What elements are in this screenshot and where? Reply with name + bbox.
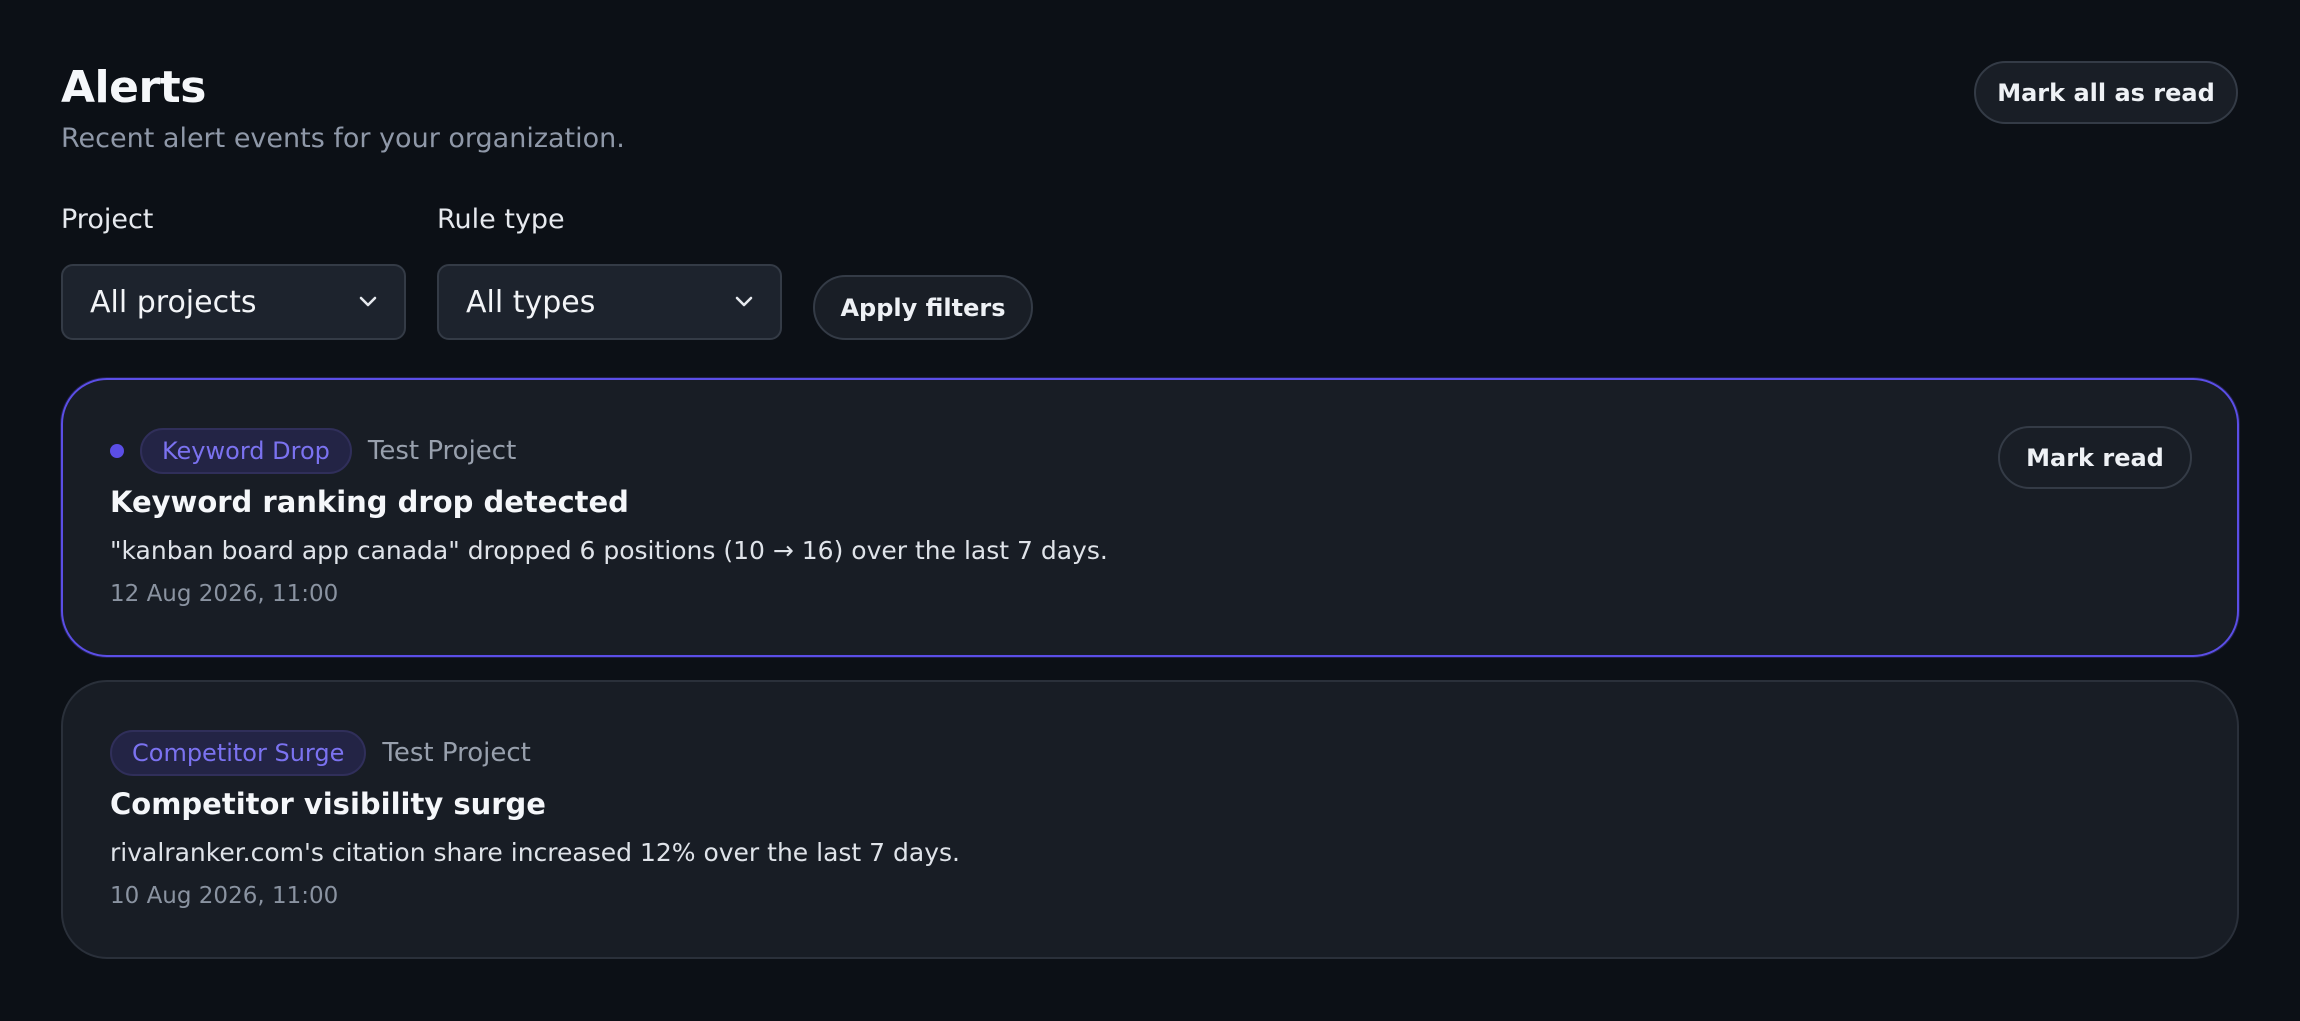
alert-meta: Keyword Drop Test Project [110, 428, 516, 474]
alert-title: Keyword ranking drop detected [110, 485, 629, 519]
alert-timestamp: 10 Aug 2026, 11:00 [110, 883, 339, 909]
alert-card: Keyword Drop Test Project Keyword rankin… [61, 378, 2239, 657]
page-title: Alerts [61, 62, 206, 113]
page-header: Alerts Recent alert events for your orga… [61, 58, 625, 158]
alert-meta: Competitor Surge Test Project [110, 730, 531, 776]
alert-card: Competitor Surge Test Project Competitor… [61, 680, 2239, 959]
chevron-down-icon [734, 292, 754, 312]
project-select[interactable]: All projects [61, 264, 406, 340]
apply-filters-button[interactable]: Apply filters [813, 275, 1033, 340]
rule-type-select-value: All types [466, 284, 596, 320]
alert-timestamp: 12 Aug 2026, 11:00 [110, 581, 339, 607]
project-filter: Project All projects [61, 200, 406, 340]
chevron-down-icon [358, 292, 378, 312]
page-subtitle: Recent alert events for your organizatio… [61, 123, 625, 154]
alert-title: Competitor visibility surge [110, 787, 546, 821]
rule-type-filter-label: Rule type [437, 204, 565, 235]
alert-description: "kanban board app canada" dropped 6 posi… [110, 536, 1108, 565]
alert-project-name: Test Project [382, 738, 531, 768]
project-filter-label: Project [61, 204, 154, 235]
mark-read-button[interactable]: Mark read [1998, 426, 2192, 489]
alert-type-badge: Keyword Drop [140, 428, 352, 474]
alert-project-name: Test Project [367, 436, 517, 466]
alert-type-badge: Competitor Surge [110, 730, 367, 776]
unread-dot-icon [110, 444, 124, 458]
alert-description: rivalranker.com's citation share increas… [110, 838, 960, 867]
alerts-page: Alerts Recent alert events for your orga… [0, 0, 2300, 1021]
project-select-value: All projects [90, 284, 257, 320]
rule-type-filter: Rule type All types [437, 200, 782, 340]
rule-type-select[interactable]: All types [437, 264, 782, 340]
mark-all-as-read-button[interactable]: Mark all as read [1974, 61, 2238, 124]
